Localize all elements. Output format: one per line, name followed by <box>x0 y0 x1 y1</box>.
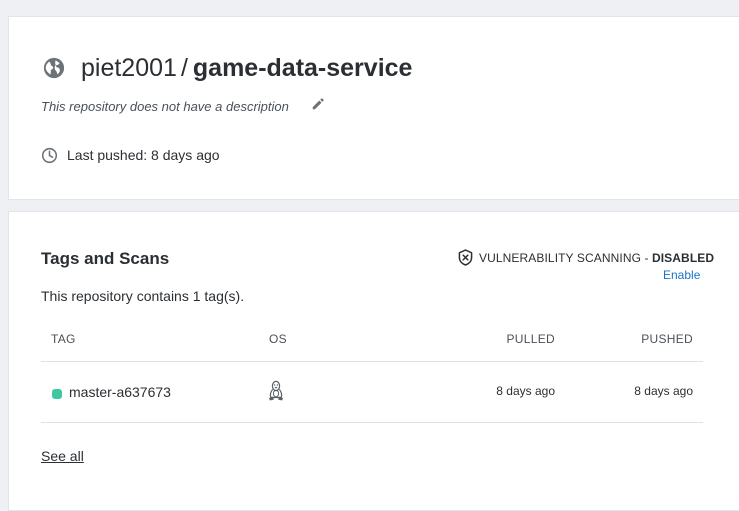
tags-and-scans-card: Tags and Scans VULNERABILITY SCANNING - … <box>8 211 739 511</box>
tag-name-link[interactable]: master-a637673 <box>69 384 171 400</box>
table-header: TAG OS PULLED PUSHED <box>41 320 703 362</box>
repository-separator: / <box>180 54 188 82</box>
vulnerability-scanning-state: DISABLED <box>651 251 715 265</box>
enable-scanning-link[interactable]: Enable <box>663 268 700 282</box>
last-pushed-text: Last pushed: 8 days ago <box>67 147 220 163</box>
pushed-cell: 8 days ago <box>634 384 693 398</box>
section-title: Tags and Scans <box>41 249 170 268</box>
status-dot <box>52 389 62 399</box>
vulnerability-scanning-status: VULNERABILITY SCANNING - DISABLED <box>479 251 714 265</box>
pulled-cell: 8 days ago <box>496 384 555 398</box>
repository-header-card: piet2001/game-data-service This reposito… <box>8 16 739 200</box>
tags-table: TAG OS PULLED PUSHED master-a637673 8 da… <box>41 320 703 423</box>
table-row: master-a637673 8 days ago 8 days ago <box>41 362 703 423</box>
linux-icon <box>269 380 283 401</box>
vulnerability-scanning-label: VULNERABILITY SCANNING - <box>479 251 652 265</box>
edit-description-pencil-icon[interactable] <box>311 97 325 111</box>
column-header-pushed: PUSHED <box>641 332 693 346</box>
repository-name: game-data-service <box>192 54 413 82</box>
repository-owner: piet2001 <box>81 54 177 82</box>
repository-description: This repository does not have a descript… <box>41 99 289 114</box>
repository-title: piet2001/game-data-service <box>81 53 412 83</box>
column-header-os: OS <box>269 332 287 346</box>
column-header-pulled: PULLED <box>506 332 555 346</box>
globe-icon <box>43 57 65 79</box>
shield-x-icon <box>458 249 473 266</box>
see-all-link[interactable]: See all <box>41 448 84 464</box>
tag-count-text: This repository contains 1 tag(s). <box>41 288 245 304</box>
column-header-tag: TAG <box>51 332 76 346</box>
clock-icon <box>41 147 58 164</box>
